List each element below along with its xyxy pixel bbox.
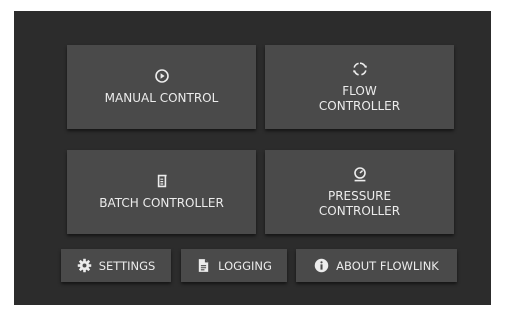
play-circle-icon — [154, 69, 169, 83]
flow-controller-label: FLOW CONTROLLER — [318, 83, 401, 113]
flow-controller-button[interactable]: FLOW CONTROLLER — [265, 45, 454, 129]
gear-icon — [77, 258, 91, 273]
pressure-controller-button[interactable]: PRESSURE CONTROLLER — [265, 150, 454, 234]
circular-arrows-icon — [352, 61, 367, 76]
about-flowlink-label: ABOUT FLOWLINK — [336, 258, 439, 273]
info-icon — [314, 258, 329, 273]
logging-button[interactable]: LOGGING — [181, 249, 287, 282]
manual-control-button[interactable]: MANUAL CONTROL — [67, 45, 256, 129]
logging-label: LOGGING — [218, 258, 272, 273]
manual-control-label: MANUAL CONTROL — [104, 91, 219, 105]
pressure-controller-label: PRESSURE CONTROLLER — [318, 188, 401, 218]
beaker-icon — [157, 174, 167, 188]
batch-controller-button[interactable]: BATCH CONTROLLER — [67, 150, 256, 234]
settings-button[interactable]: SETTINGS — [61, 249, 171, 282]
main-screen: MANUAL CONTROL FLOW CONTROLLER BATCH CON… — [14, 11, 491, 305]
settings-label: SETTINGS — [98, 258, 156, 273]
about-flowlink-button[interactable]: ABOUT FLOWLINK — [296, 249, 457, 282]
gauge-icon — [353, 166, 366, 181]
batch-controller-label: BATCH CONTROLLER — [99, 196, 224, 210]
document-icon — [198, 259, 209, 272]
